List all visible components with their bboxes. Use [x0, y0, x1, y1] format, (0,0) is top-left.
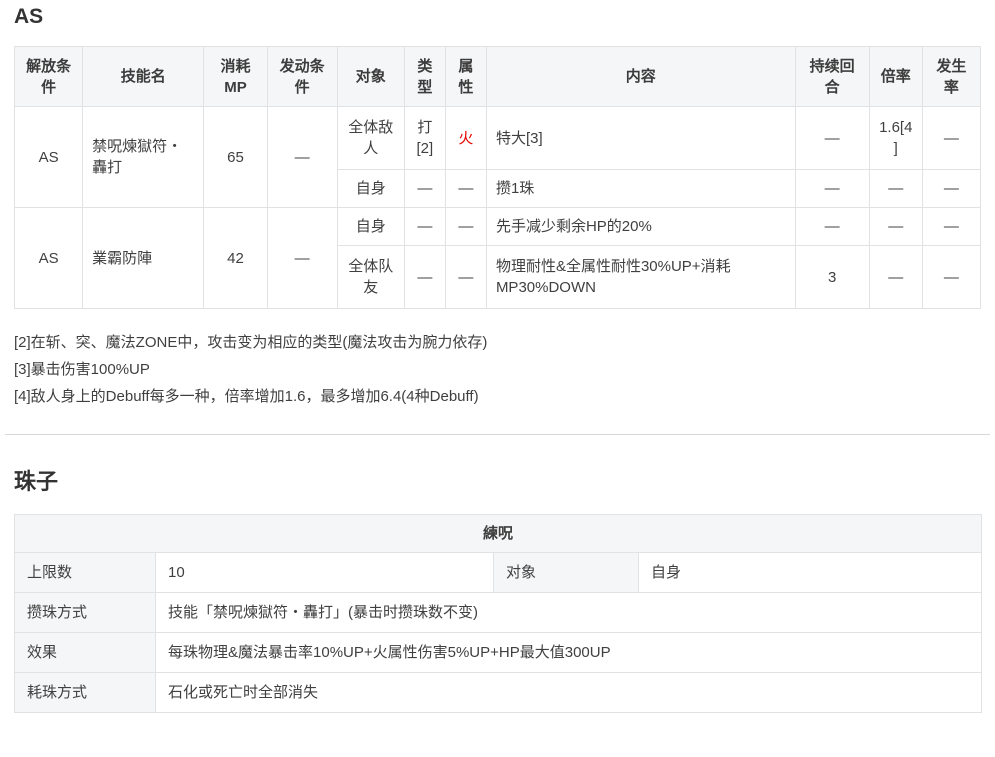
- col-header-duration: 持续回合: [794, 46, 870, 107]
- col-header-trigger: 发动条件: [266, 46, 338, 107]
- col-header-skill-name: 技能名: [82, 46, 205, 107]
- cell-element: —: [444, 207, 487, 246]
- beads-table-caption-row: 練呪: [13, 514, 983, 553]
- cell-label-limit: 上限数: [14, 552, 156, 593]
- cell-content: 物理耐性&全属性耐性30%UP+消耗MP30%DOWN: [485, 245, 796, 309]
- cell-target: 全体敌人: [336, 106, 405, 170]
- skill-row: AS 業霸防陣 42 — 自身 — — 先手减少剩余HP的20% — — —: [13, 207, 982, 309]
- cell-label-target: 对象: [493, 552, 639, 593]
- cell-rate: —: [921, 207, 982, 246]
- cell-skill-name: 業霸防陣: [82, 207, 205, 309]
- col-header-multiplier: 倍率: [868, 46, 923, 107]
- footnote-2: [2]在斩、突、魔法ZONE中，攻击变为相应的类型(魔法攻击为腕力依存): [14, 334, 488, 351]
- section-title-beads: 珠子: [14, 469, 59, 494]
- beads-row-limit: 上限数 10 对象 自身: [14, 552, 983, 593]
- cell-multiplier: —: [868, 207, 923, 246]
- cell-target: 自身: [336, 207, 405, 246]
- section-divider: [5, 434, 990, 435]
- col-header-target: 对象: [336, 46, 405, 107]
- cell-target: 自身: [336, 169, 405, 208]
- cell-value-consume: 石化或死亡时全部消失: [154, 672, 983, 713]
- cell-duration: —: [794, 169, 870, 208]
- as-skill-table: 解放条件 技能名 消耗MP 发动条件 对象 类型 属性 内容 持续回合 倍率 发…: [13, 46, 982, 309]
- cell-unlock: AS: [13, 106, 84, 208]
- section-title-as: AS: [14, 5, 44, 28]
- beads-table-title: 練呪: [13, 514, 983, 553]
- cell-trigger: —: [266, 106, 338, 208]
- cell-value-target: 自身: [637, 552, 983, 593]
- cell-label-effect: 效果: [14, 632, 156, 673]
- cell-multiplier: —: [868, 169, 923, 208]
- col-header-mp-cost: 消耗MP: [203, 46, 268, 107]
- cell-label-consume: 耗珠方式: [14, 672, 156, 713]
- cell-element: —: [444, 245, 487, 309]
- col-header-element: 属性: [444, 46, 487, 107]
- cell-duration: —: [794, 207, 870, 246]
- skill-row: AS 禁呪煉獄符・轟打 65 — 全体敌人 打[2] 火 特大[3] — 1.6…: [13, 106, 982, 208]
- cell-type: —: [403, 207, 446, 246]
- cell-mp-cost: 42: [203, 207, 268, 309]
- cell-element-fire: 火: [444, 106, 487, 170]
- col-header-content: 内容: [485, 46, 796, 107]
- cell-value-limit: 10: [155, 552, 494, 593]
- col-header-rate: 发生率: [921, 46, 982, 107]
- cell-type: 打[2]: [403, 106, 446, 170]
- col-header-type: 类型: [403, 46, 446, 107]
- cell-target: 全体队友: [336, 245, 405, 309]
- col-header-unlock: 解放条件: [13, 46, 84, 107]
- cell-unlock: AS: [13, 207, 84, 309]
- cell-mp-cost: 65: [203, 106, 268, 208]
- cell-rate: —: [921, 106, 982, 170]
- cell-type: —: [403, 169, 446, 208]
- beads-row-gain: 攒珠方式 技能「禁呪煉獄符・轟打」(暴击时攒珠数不变): [14, 592, 983, 633]
- footnote-3: [3]暴击伤害100%UP: [14, 361, 150, 378]
- beads-row-consume: 耗珠方式 石化或死亡时全部消失: [14, 672, 983, 713]
- cell-rate: —: [921, 169, 982, 208]
- cell-content: 先手减少剩余HP的20%: [485, 207, 796, 246]
- cell-rate: —: [921, 245, 982, 309]
- beads-table: 練呪 上限数 10 对象 自身 攒珠方式 技能「禁呪煉獄符・轟打」(暴击时攒珠数…: [13, 514, 983, 713]
- cell-value-effect: 每珠物理&魔法暴击率10%UP+火属性伤害5%UP+HP最大值300UP: [154, 632, 983, 673]
- cell-multiplier: —: [868, 245, 923, 309]
- cell-multiplier: 1.6[4]: [868, 106, 923, 170]
- cell-trigger: —: [266, 207, 338, 309]
- skill-table-header-row: 解放条件 技能名 消耗MP 发动条件 对象 类型 属性 内容 持续回合 倍率 发…: [13, 46, 982, 107]
- cell-content: 特大[3]: [485, 106, 796, 170]
- cell-content: 攒1珠: [485, 169, 796, 208]
- wiki-content: AS 解放条件 技能名 消耗MP 发动条件 对象 类型 属性 内容 持续回合 倍…: [0, 0, 995, 757]
- footnotes: [2]在斩、突、魔法ZONE中，攻击变为相应的类型(魔法攻击为腕力依存) [3]…: [14, 329, 981, 410]
- cell-element: —: [444, 169, 487, 208]
- cell-duration: 3: [794, 245, 870, 309]
- cell-type: —: [403, 245, 446, 309]
- cell-label-gain: 攒珠方式: [14, 592, 156, 633]
- cell-duration: —: [794, 106, 870, 170]
- cell-value-gain: 技能「禁呪煉獄符・轟打」(暴击时攒珠数不变): [154, 592, 983, 633]
- footnote-4: [4]敌人身上的Debuff每多一种，倍率增加1.6，最多增加6.4(4种Deb…: [14, 388, 479, 405]
- beads-row-effect: 效果 每珠物理&魔法暴击率10%UP+火属性伤害5%UP+HP最大值300UP: [14, 632, 983, 673]
- cell-skill-name: 禁呪煉獄符・轟打: [82, 106, 205, 208]
